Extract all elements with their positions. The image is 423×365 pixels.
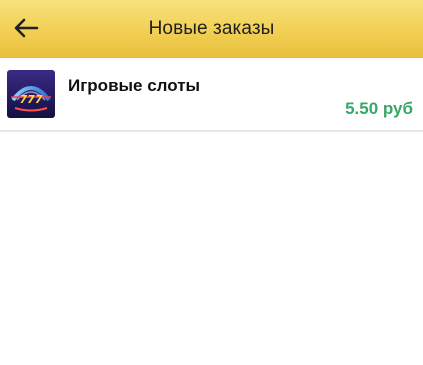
svg-text:777: 777 [20, 93, 43, 106]
order-title: Игровые слоты [68, 76, 201, 95]
slots-app-logo: 777 [7, 70, 55, 118]
app-bar: Новые заказы [0, 0, 423, 58]
order-price: 5.50 руб [345, 99, 413, 118]
order-list-item[interactable]: 777 Игровые слоты 5.50 руб [0, 58, 423, 132]
orders-screen: Новые заказы 777 Игровые слоты 5.50 руб [0, 0, 423, 365]
page-title: Новые заказы [148, 18, 275, 39]
